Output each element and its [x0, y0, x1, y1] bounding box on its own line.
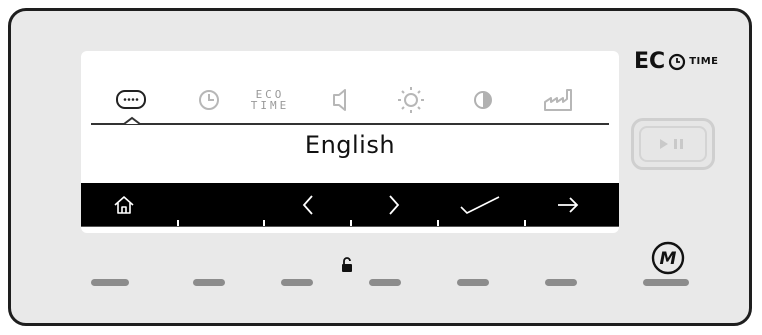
selection-line	[91, 123, 609, 125]
nav-underline	[81, 226, 619, 227]
contrast-icon[interactable]	[467, 86, 499, 114]
start-pause-button[interactable]	[631, 118, 715, 170]
arrow-right-icon	[389, 195, 400, 215]
start-pause-icon	[660, 139, 683, 149]
home-icon	[114, 196, 134, 214]
forward-button[interactable]	[525, 183, 611, 227]
hardware-key-3[interactable]	[281, 279, 313, 286]
next-arrow-icon	[558, 197, 579, 213]
confirm-button[interactable]	[437, 183, 523, 227]
selection-caret-icon	[123, 116, 141, 125]
hardware-key-4[interactable]	[369, 279, 401, 286]
eco-logo-text: EC	[634, 49, 666, 74]
start-pause-button-inner	[639, 126, 707, 162]
confirm-check-icon	[460, 196, 500, 214]
menu-icon-row: ECO TIME	[81, 51, 619, 123]
hardware-key-1[interactable]	[91, 279, 129, 286]
hardware-key-7[interactable]	[643, 279, 689, 286]
arrow-left-icon	[302, 195, 313, 215]
selected-language-label: English	[304, 131, 396, 159]
home-button[interactable]	[81, 183, 167, 227]
navigation-bar	[81, 183, 619, 227]
next-button[interactable]	[351, 183, 437, 227]
factory-reset-icon[interactable]	[543, 86, 575, 114]
previous-button[interactable]	[265, 183, 351, 227]
control-panel: ECO TIME English EC TIME M	[8, 8, 752, 326]
hardware-key-6[interactable]	[545, 279, 577, 286]
eco-time-icon[interactable]: ECO TIME	[251, 86, 289, 114]
volume-icon[interactable]	[325, 86, 357, 114]
eco-time-icon-line2: TIME	[250, 99, 290, 112]
brightness-icon[interactable]	[395, 86, 427, 114]
lock-icon	[342, 257, 352, 272]
eco-logo-clock-icon	[669, 53, 686, 70]
language-icon[interactable]	[115, 86, 147, 114]
eco-time-logo: EC TIME	[634, 49, 719, 74]
program-memory-label: M	[660, 249, 677, 269]
clock-icon[interactable]	[193, 86, 225, 114]
hardware-key-5[interactable]	[457, 279, 489, 286]
hardware-key-2[interactable]	[193, 279, 225, 286]
eco-logo-suffix: TIME	[689, 56, 719, 67]
lcd-display: ECO TIME English	[81, 51, 619, 233]
program-memory-icon[interactable]: M	[651, 241, 685, 275]
